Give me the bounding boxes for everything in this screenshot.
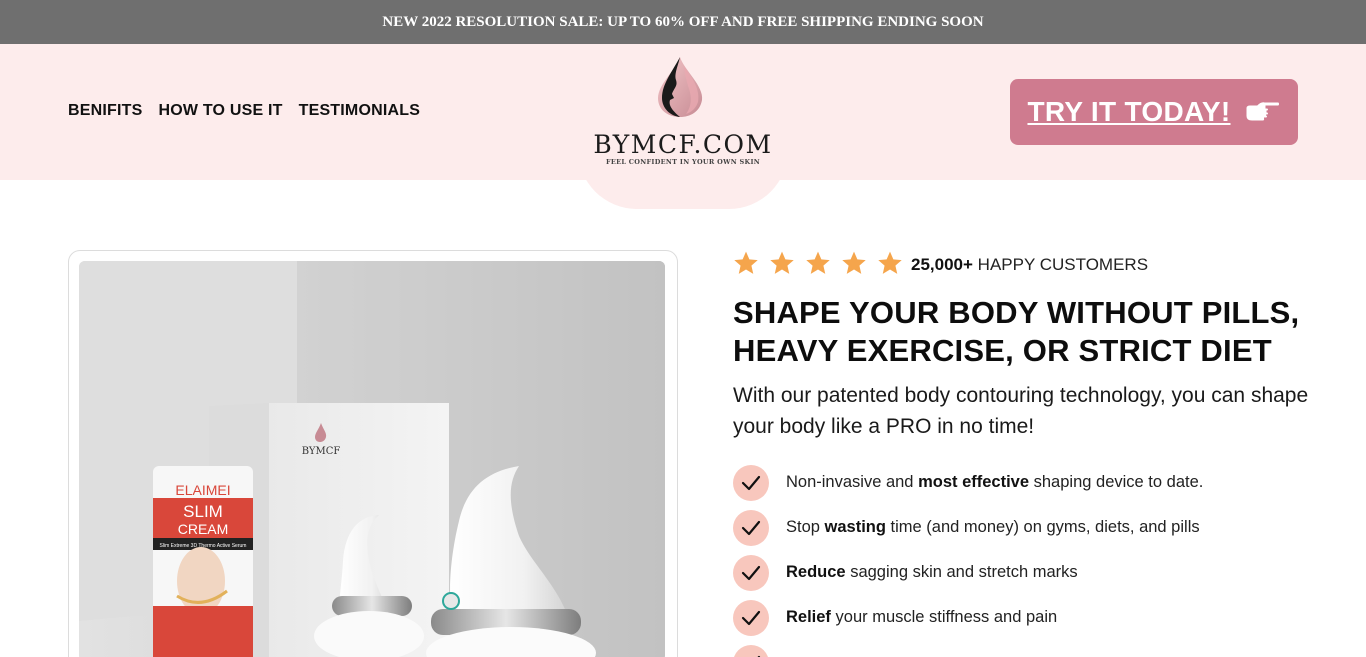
benefits-list: Non-invasive and most effective shaping … <box>733 460 1333 657</box>
page-headline: SHAPE YOUR BODY WITHOUT PILLS, HEAVY EXE… <box>733 294 1333 370</box>
page-subheadline: With our patented body contouring techno… <box>733 384 1309 438</box>
benefit-text: Reduce sagging skin and stretch marks <box>786 563 1078 581</box>
tube-brand: ELAIMEI <box>175 482 230 498</box>
site-logo[interactable]: BYMCF.COM FEEL CONFIDENT IN YOUR OWN SKI… <box>588 56 778 172</box>
rating-text: 25,000+ HAPPY CUSTOMERS <box>911 255 1148 275</box>
nav-item-testimonials[interactable]: TESTIMONIALS <box>299 102 421 120</box>
check-icon <box>733 644 769 657</box>
benefit-item: Reduce sagging skin and stretch marks <box>733 550 1333 595</box>
logo-wordmark: BYMCF.COM <box>593 130 773 159</box>
headline-line-2: HEAVY EXERCISE, OR STRICT DIET <box>733 333 1272 368</box>
star-icon <box>770 251 794 274</box>
benefit-item: Stop wasting time (and money) on gyms, d… <box>733 505 1333 550</box>
nav-item-benefits[interactable]: BENIFITS <box>68 102 143 120</box>
check-icon <box>733 554 769 591</box>
star-icon <box>806 251 830 274</box>
benefit-item: Relief your muscle stiffness and pain <box>733 595 1333 640</box>
logo-tagline: FEEL CONFIDENT IN YOUR OWN SKIN <box>605 158 761 166</box>
box-brand: BYMCF <box>302 446 341 457</box>
announcement-bar: NEW 2022 RESOLUTION SALE: UP TO 60% OFF … <box>0 0 1366 44</box>
customer-label: HAPPY CUSTOMERS <box>977 255 1149 274</box>
product-image[interactable]: BYMCF ELAIMEI SLIM CREAM Slim Extreme 3D… <box>79 261 665 657</box>
benefit-text: Relief your muscle stiffness and pain <box>786 608 1058 626</box>
benefit-text: Stop wasting time (and money) on gyms, d… <box>786 518 1200 536</box>
customer-count: 25,000+ <box>911 255 973 274</box>
star-icon <box>734 251 758 274</box>
product-illustration: BYMCF ELAIMEI SLIM CREAM Slim Extreme 3D… <box>79 261 665 657</box>
tube-title-1: SLIM <box>183 502 223 521</box>
star-icon <box>878 251 902 274</box>
pointing-hand-icon <box>1245 101 1280 122</box>
nav-item-how-to-use[interactable]: HOW TO USE IT <box>159 102 283 120</box>
check-icon <box>733 464 769 501</box>
droplet-face-icon <box>658 57 703 117</box>
check-icon <box>733 509 769 546</box>
star-icon <box>842 251 866 274</box>
benefit-text: Non-invasive and most effective shaping … <box>786 473 1204 491</box>
headline-line-1: SHAPE YOUR BODY WITHOUT PILLS, <box>733 295 1300 330</box>
announcement-text: NEW 2022 RESOLUTION SALE: UP TO 60% OFF … <box>382 13 984 30</box>
rating-row: 25,000+ HAPPY CUSTOMERS <box>733 250 1148 276</box>
star-rating <box>733 250 903 276</box>
tube-title-2: CREAM <box>178 521 229 537</box>
main-nav: BENIFITS HOW TO USE IT TESTIMONIALS <box>68 102 420 120</box>
try-it-today-button[interactable]: TRY IT TODAY! <box>1010 79 1298 145</box>
cta-label: TRY IT TODAY! <box>1027 96 1231 127</box>
benefit-item <box>733 640 1333 657</box>
benefit-item: Non-invasive and most effective shaping … <box>733 460 1333 505</box>
check-icon <box>733 599 769 636</box>
